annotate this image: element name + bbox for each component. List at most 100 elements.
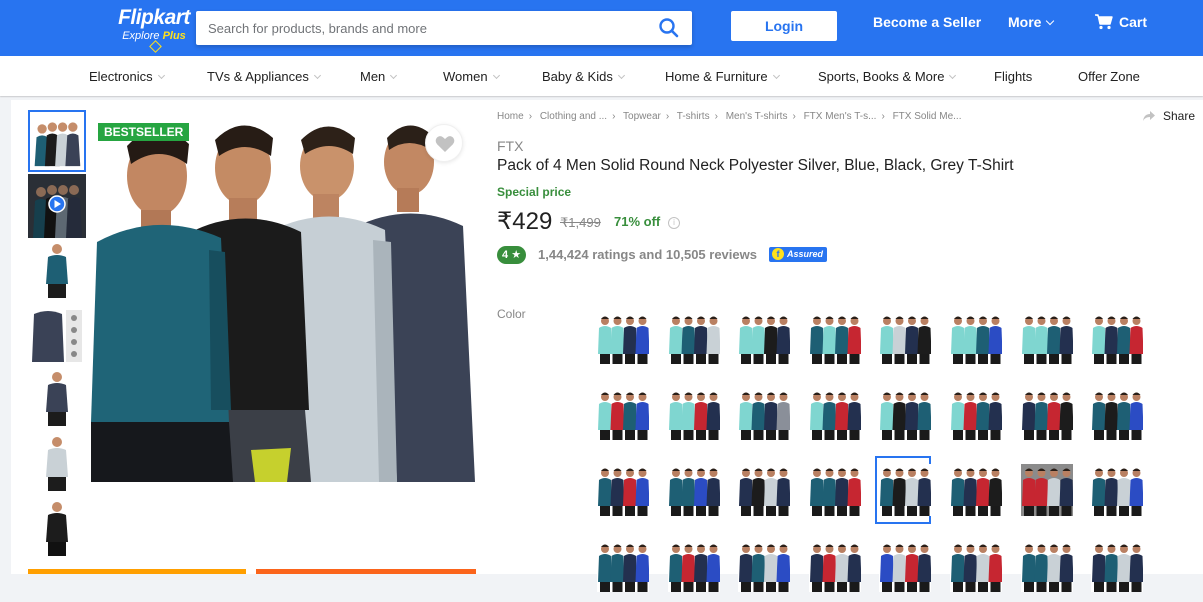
product-title: Pack of 4 Men Solid Round Neck Polyester… [497,157,1014,174]
star-icon: ★ [511,249,522,261]
color-swatch[interactable] [807,534,863,602]
color-swatch[interactable] [736,534,792,602]
color-swatch[interactable] [1019,458,1075,526]
swatch-image [879,388,932,440]
nav-item-women[interactable]: Women [443,69,500,85]
color-swatch[interactable] [877,382,933,450]
login-button[interactable]: Login [731,11,837,41]
color-swatch[interactable] [595,458,651,526]
thumbnail-5[interactable] [28,368,86,430]
color-swatch[interactable] [877,534,933,602]
nav-label: Sports, Books & More [818,69,945,84]
color-swatch[interactable] [948,382,1004,450]
color-swatch[interactable] [1019,382,1075,450]
swatch-image [597,312,649,364]
color-swatch[interactable] [1019,534,1075,602]
color-swatch[interactable] [1089,382,1145,450]
breadcrumb-item[interactable]: T-shirts [677,111,710,122]
color-swatch[interactable] [948,458,1004,526]
chevron-down-icon [313,71,321,80]
nav-item-electronics[interactable]: Electronics [89,69,165,85]
share-button[interactable]: Share [1143,109,1195,123]
nav-label: Flights [994,69,1033,84]
rating-badge[interactable]: 4 ★ [497,246,527,264]
color-swatch[interactable] [595,534,651,602]
swatch-image [1020,540,1073,592]
thumbnail-7[interactable] [28,498,86,560]
breadcrumb-item[interactable]: FTX Solid Me... [893,111,962,122]
add-to-cart-button[interactable] [28,569,246,574]
become-seller-link[interactable]: Become a Seller [873,12,981,32]
heart-icon [435,136,455,152]
color-swatch[interactable] [736,382,792,450]
color-swatch[interactable] [595,382,651,450]
thumbnail-image [28,240,86,302]
chevron-down-icon [1046,16,1055,26]
swatch-image [597,540,649,592]
nav-item-tvs-appliances[interactable]: TVs & Appliances [207,69,321,85]
color-swatch[interactable] [948,306,1004,374]
swatch-image [950,464,1002,516]
nav-item-men[interactable]: Men [360,69,398,85]
color-swatch[interactable] [666,458,722,526]
nav-item-offer-zone[interactable]: Offer Zone [1078,69,1140,85]
ratings-reviews-link[interactable]: 1,44,424 ratings and 10,505 reviews [538,246,757,264]
color-swatch[interactable] [807,458,863,526]
swatch-image [667,464,720,516]
nav-item-sports-books[interactable]: Sports, Books & More [818,69,957,85]
logo-text: Flipkart [118,6,190,29]
color-swatch[interactable] [1089,458,1145,526]
color-swatch[interactable] [875,456,932,524]
chevron-down-icon [772,71,780,80]
thumbnail-video[interactable] [28,174,86,238]
breadcrumb-item[interactable]: Men's T-shirts [726,111,788,122]
info-icon[interactable]: i [668,217,680,229]
assured-badge: f Assured [769,247,827,262]
breadcrumb: Home › Clothing and ... › Topwear › T-shirt… [497,111,962,122]
thumbnail-image [28,498,86,560]
color-swatch[interactable] [595,306,651,374]
main-product-image[interactable] [91,110,477,482]
color-swatch[interactable] [666,382,722,450]
search-input[interactable] [196,11,646,45]
swatch-image [738,540,791,592]
color-swatch[interactable] [1089,306,1145,374]
search-icon[interactable] [658,17,680,39]
color-swatch[interactable] [666,306,722,374]
breadcrumb-item[interactable]: FTX Men's T-s... [804,111,877,122]
buy-now-button[interactable] [256,569,476,574]
color-swatch[interactable] [736,458,792,526]
rating-value: 4 [502,249,509,261]
swatch-image [738,464,791,516]
color-swatch[interactable] [948,534,1004,602]
assured-label: Assured [787,249,824,259]
more-menu[interactable]: More [1008,12,1055,32]
color-swatch[interactable] [666,534,722,602]
chevron-down-icon [157,71,165,80]
thumbnail-4[interactable] [28,304,86,366]
color-swatch[interactable] [807,382,863,450]
discount-label: 71% off [614,214,661,229]
thumbnail-3[interactable] [28,240,86,302]
swatch-image [738,388,791,440]
wishlist-button[interactable] [425,124,463,162]
product-price: ₹429 [497,208,553,235]
nav-item-home-furniture[interactable]: Home & Furniture [665,69,780,85]
breadcrumb-item[interactable]: Topwear [623,111,661,122]
breadcrumb-item[interactable]: Home [497,111,524,122]
nav-item-flights[interactable]: Flights [994,69,1032,85]
color-swatch[interactable] [807,306,863,374]
swatch-image [1020,388,1073,440]
color-swatch[interactable] [1019,306,1075,374]
breadcrumb-item[interactable]: Clothing and ... [540,111,607,122]
nav-item-baby-kids[interactable]: Baby & Kids [542,69,625,85]
swatch-image [950,540,1002,592]
flipkart-logo[interactable]: Flipkart Explore Plus [118,6,190,54]
color-swatch[interactable] [1089,534,1145,602]
thumbnail-1[interactable] [28,110,86,172]
cart-icon [1095,14,1113,30]
thumbnail-6[interactable] [28,433,86,495]
color-swatch[interactable] [736,306,792,374]
color-swatch[interactable] [877,306,933,374]
cart-button[interactable]: Cart [1095,12,1147,32]
